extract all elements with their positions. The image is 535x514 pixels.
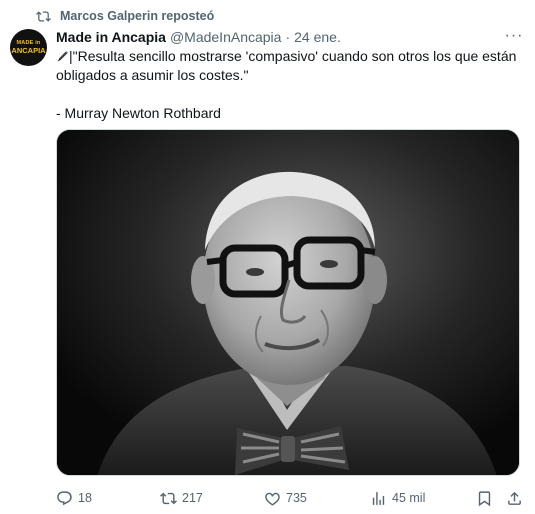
- share-button[interactable]: [506, 488, 523, 508]
- portrait-image: [57, 130, 519, 475]
- repost-count: 217: [182, 491, 203, 505]
- tweet-text-line-1: |"Resulta sencillo mostrarse 'compasivo'…: [69, 48, 517, 64]
- avatar[interactable]: MADE in ANCAPIA: [10, 29, 47, 66]
- reply-button[interactable]: 18: [56, 488, 92, 508]
- heart-icon: [265, 492, 280, 505]
- views-button[interactable]: 45 mil: [370, 488, 425, 508]
- reply-icon: [57, 490, 72, 505]
- share-icon: [508, 491, 521, 505]
- author-name[interactable]: Made in Ancapia: [56, 29, 166, 45]
- repost-icon: [36, 10, 51, 22]
- post-date[interactable]: 24 ene.: [294, 29, 341, 45]
- tweet-card[interactable]: Marcos Galperin reposteó MADE in ANCAPIA…: [0, 0, 535, 514]
- separator-dot: ·: [285, 29, 291, 45]
- bookmark-icon: [478, 490, 491, 506]
- tweet-media-photo[interactable]: [56, 129, 520, 476]
- views-count: 45 mil: [392, 491, 426, 505]
- like-count: 735: [286, 491, 307, 505]
- author-handle[interactable]: @MadeInAncapia: [170, 29, 282, 45]
- pen-icon: [57, 51, 68, 62]
- tweet-header: Made in Ancapia @MadeInAncapia · 24 ene.: [56, 27, 341, 47]
- repost-icon: [160, 492, 177, 504]
- repost-button[interactable]: 217: [160, 488, 203, 508]
- reply-count: 18: [78, 491, 92, 505]
- tweet-text: |"Resulta sencillo mostrarse 'compasivo'…: [56, 47, 524, 123]
- like-button[interactable]: 735: [264, 488, 307, 508]
- avatar-text-bottom: ANCAPIA: [11, 46, 46, 55]
- reposter-link[interactable]: Marcos Galperin reposteó: [60, 9, 214, 23]
- views-bar-chart-icon: [372, 491, 385, 505]
- more-options-label: ···: [504, 27, 524, 44]
- tweet-actions: 18 217 735 45 mil: [56, 488, 524, 508]
- repost-context: Marcos Galperin reposteó: [36, 7, 214, 25]
- bookmark-button[interactable]: [476, 488, 493, 508]
- more-options-icon[interactable]: ···: [504, 27, 524, 44]
- tweet-text-line-3: - Murray Newton Rothbard: [56, 105, 221, 121]
- tweet-text-line-2: obligados a asumir los costes.": [56, 67, 249, 83]
